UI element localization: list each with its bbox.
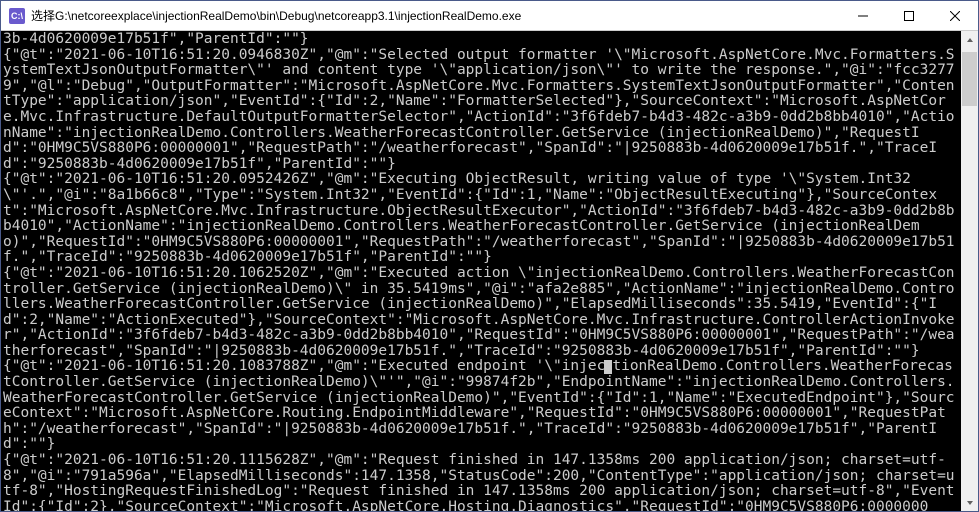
scroll-thumb[interactable]	[962, 52, 977, 106]
console-line: 3b-4d0620009e17b51f","ParentId":""}	[3, 31, 309, 47]
console-area: 3b-4d0620009e17b51f","ParentId":""} {"@t…	[1, 31, 978, 511]
console-line: {"@t":"2021-06-10T16:51:20.1083788Z","@m…	[3, 358, 605, 374]
titlebar[interactable]: C:\ 选择G:\netcoreexplace\injectionRealDem…	[1, 1, 978, 31]
console-line: {"@t":"2021-06-10T16:51:20.1062520Z","@m…	[3, 265, 955, 359]
scroll-track[interactable]	[961, 48, 978, 494]
minimize-button[interactable]	[840, 1, 886, 30]
console-line: {"@t":"2021-06-10T16:51:20.1115628Z","@m…	[3, 452, 955, 511]
console-window: C:\ 选择G:\netcoreexplace\injectionRealDem…	[0, 0, 979, 512]
vertical-scrollbar[interactable]	[961, 31, 978, 511]
maximize-button[interactable]	[886, 1, 932, 30]
scroll-down-button[interactable]	[961, 494, 978, 511]
console-output[interactable]: 3b-4d0620009e17b51f","ParentId":""} {"@t…	[1, 31, 961, 511]
scroll-up-button[interactable]	[961, 31, 978, 48]
console-line: {"@t":"2021-06-10T16:51:20.0952426Z","@m…	[3, 171, 955, 265]
console-line: {"@t":"2021-06-10T16:51:20.0946830Z","@m…	[3, 47, 955, 172]
close-button[interactable]	[932, 1, 978, 30]
window-title: 选择G:\netcoreexplace\injectionRealDemo\bi…	[31, 7, 840, 24]
window-controls	[840, 1, 978, 30]
app-icon: C:\	[9, 8, 25, 24]
